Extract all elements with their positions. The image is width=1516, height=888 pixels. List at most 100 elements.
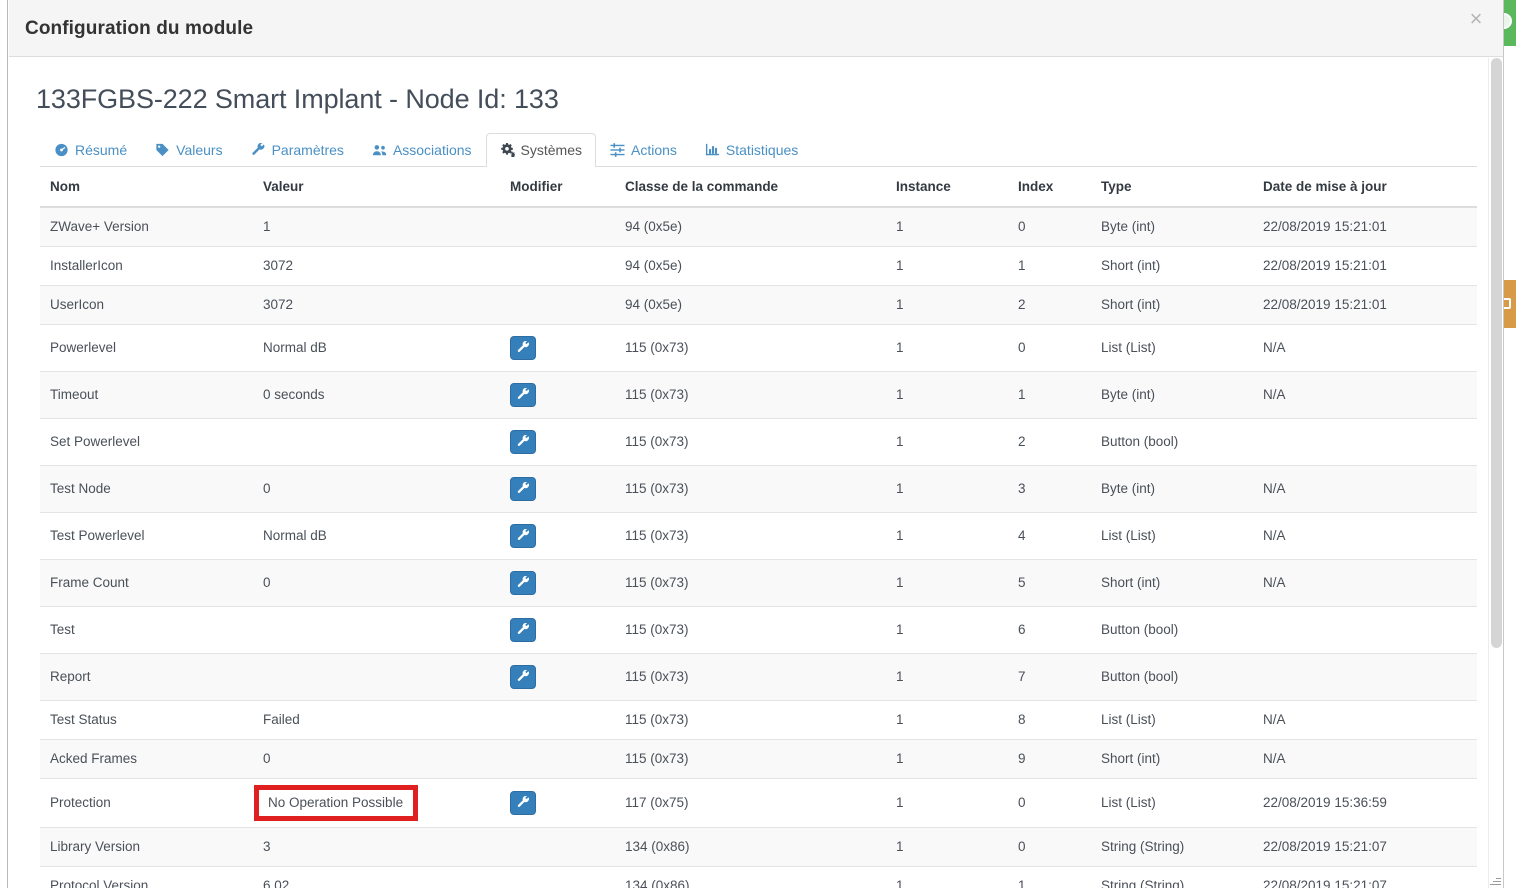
cell-index: 6 [1008, 605, 1091, 653]
cell-modifier [500, 511, 615, 559]
cell-nom: Test Node [40, 464, 253, 512]
cell-nom: Protection [40, 777, 253, 827]
edit-button[interactable] [510, 476, 536, 501]
cell-classe: 115 (0x73) [615, 699, 886, 739]
scrollbar-thumb[interactable] [1491, 58, 1502, 648]
cell-nom: Library Version [40, 826, 253, 866]
cell-valeur: No Operation Possible [253, 777, 500, 827]
table-row: ZWave+ Version 1 94 (0x5e) 1 0 Byte (int) 22/0… [40, 206, 1477, 246]
systems-table: Nom Valeur Modifier Classe de la commande In… [40, 167, 1477, 888]
tab-resume[interactable]: Résumé [40, 133, 141, 167]
cell-modifier [500, 826, 615, 866]
tab-associations[interactable]: Associations [358, 133, 486, 167]
cell-index: 9 [1008, 738, 1091, 778]
bar-chart-icon [705, 143, 720, 157]
cell-nom: Protocol Version [40, 865, 253, 888]
cell-modifier [500, 652, 615, 700]
highlight-annotation: No Operation Possible [254, 784, 419, 821]
tab-parametres[interactable]: Paramètres [237, 133, 358, 167]
cell-type: Short (int) [1091, 284, 1253, 324]
table-row: Protocol Version 6.02 134 (0x86) 1 1 String (… [40, 865, 1477, 888]
edit-button[interactable] [510, 570, 536, 595]
cell-instance: 1 [886, 511, 1008, 559]
cell-valeur: 6.02 [253, 865, 500, 888]
cell-index: 1 [1008, 245, 1091, 285]
edit-button[interactable] [510, 382, 536, 407]
cell-instance: 1 [886, 777, 1008, 827]
cell-date: N/A [1253, 511, 1477, 559]
column-header-nom: Nom [40, 167, 253, 208]
cell-date [1253, 652, 1477, 700]
cell-classe: 115 (0x73) [615, 511, 886, 559]
table-header-row: Nom Valeur Modifier Classe de la commande In… [40, 167, 1477, 208]
edit-button[interactable] [510, 335, 536, 360]
column-header-instance: Instance [886, 167, 1008, 208]
cell-modifier [500, 558, 615, 606]
cell-instance: 1 [886, 464, 1008, 512]
cell-valeur [253, 652, 500, 700]
cell-index: 0 [1008, 826, 1091, 866]
cell-index: 0 [1008, 323, 1091, 371]
modal-header: Configuration du module × [9, 0, 1503, 57]
cell-date [1253, 417, 1477, 465]
tab-bar: Résumé Valeurs Paramètres Associations Systè… [40, 131, 1477, 167]
edit-button[interactable] [510, 617, 536, 642]
table-body: ZWave+ Version 1 94 (0x5e) 1 0 Byte (int) 22/0… [40, 206, 1477, 888]
edit-button[interactable] [510, 523, 536, 548]
table-row: Frame Count 0 115 (0x73) 1 5 Short (int) N/A [40, 558, 1477, 606]
cell-instance: 1 [886, 206, 1008, 246]
tab-statistiques[interactable]: Statistiques [691, 133, 812, 167]
cell-classe: 94 (0x5e) [615, 206, 886, 246]
dashboard-icon [54, 143, 69, 157]
cell-date [1253, 605, 1477, 653]
cell-instance: 1 [886, 284, 1008, 324]
column-header-modifier: Modifier [500, 167, 615, 208]
cell-instance: 1 [886, 417, 1008, 465]
cell-index: 0 [1008, 206, 1091, 246]
column-header-type: Type [1091, 167, 1253, 208]
wrench-icon [251, 143, 266, 157]
wrench-icon [517, 388, 530, 401]
column-header-index: Index [1008, 167, 1091, 208]
cell-instance: 1 [886, 738, 1008, 778]
cell-index: 4 [1008, 511, 1091, 559]
cell-type: Button (bool) [1091, 605, 1253, 653]
cell-instance: 1 [886, 652, 1008, 700]
edit-button[interactable] [510, 790, 536, 815]
cell-date: 22/08/2019 15:21:01 [1253, 245, 1477, 285]
cell-classe: 115 (0x73) [615, 652, 886, 700]
edit-button[interactable] [510, 429, 536, 454]
tab-systemes[interactable]: Systèmes [485, 133, 596, 167]
modal-scrollbar[interactable] [1488, 58, 1503, 888]
modal-body: 133FGBS-222 Smart Implant - Node Id: 133… [9, 58, 1488, 888]
cell-type: Byte (int) [1091, 206, 1253, 246]
cell-valeur: Normal dB [253, 511, 500, 559]
modal-left-rail [0, 0, 8, 888]
cell-index: 0 [1008, 777, 1091, 827]
users-icon [372, 143, 387, 157]
table-row: Timeout 0 seconds 115 (0x73) 1 1 Byte (int) N/… [40, 370, 1477, 418]
table-row: Library Version 3 134 (0x86) 1 0 String (Stri… [40, 826, 1477, 866]
cell-type: List (List) [1091, 777, 1253, 827]
cell-classe: 115 (0x73) [615, 605, 886, 653]
cell-type: List (List) [1091, 699, 1253, 739]
edit-button[interactable] [510, 664, 536, 689]
cell-modifier [500, 738, 615, 778]
cell-valeur: 0 [253, 558, 500, 606]
cell-instance: 1 [886, 558, 1008, 606]
close-icon[interactable]: × [1465, 8, 1487, 30]
cell-nom: UserIcon [40, 284, 253, 324]
cell-instance: 1 [886, 826, 1008, 866]
cell-classe: 134 (0x86) [615, 865, 886, 888]
cell-type: List (List) [1091, 511, 1253, 559]
table-row: InstallerIcon 3072 94 (0x5e) 1 1 Short (int) 2… [40, 245, 1477, 285]
cell-date: N/A [1253, 558, 1477, 606]
tab-actions[interactable]: Actions [596, 133, 691, 167]
cell-valeur: 3 [253, 826, 500, 866]
cell-type: String (String) [1091, 826, 1253, 866]
wrench-icon [517, 482, 530, 495]
tab-valeurs[interactable]: Valeurs [141, 133, 236, 167]
table-row: Acked Frames 0 115 (0x73) 1 9 Short (int) N/A [40, 738, 1477, 778]
resize-grip-icon[interactable] [1489, 874, 1501, 886]
tab-label: Résumé [75, 142, 128, 158]
